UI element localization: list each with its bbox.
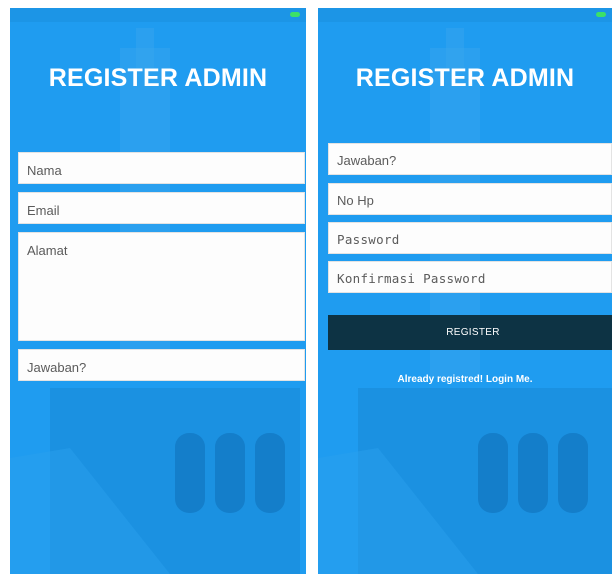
page-title: REGISTER ADMIN [355, 64, 575, 92]
nama-input[interactable]: Nama [18, 152, 305, 184]
jawaban-input[interactable]: Jawaban? [328, 143, 612, 175]
password-field[interactable]: Password [328, 222, 612, 254]
register-button[interactable]: REGISTER [328, 315, 612, 350]
jawaban-input[interactable]: Jawaban? [18, 349, 305, 381]
register-screen-right: REGISTER ADMIN Jawaban? No Hp Password K… [318, 8, 612, 574]
page-title: REGISTER ADMIN [48, 64, 268, 92]
register-screen-left: REGISTER ADMIN Nama Email Alamat Jawaban… [10, 8, 306, 574]
alamat-textarea[interactable]: Alamat [18, 232, 305, 341]
status-bar [318, 8, 612, 22]
status-bar [10, 8, 306, 22]
no-hp-input[interactable]: No Hp [328, 183, 612, 215]
email-input[interactable]: Email [18, 192, 305, 224]
battery-icon [290, 12, 300, 17]
login-link[interactable]: Already registred! Login Me. [318, 374, 612, 385]
konfirmasi-password-field[interactable]: Konfirmasi Password [328, 261, 612, 293]
battery-icon [596, 12, 606, 17]
